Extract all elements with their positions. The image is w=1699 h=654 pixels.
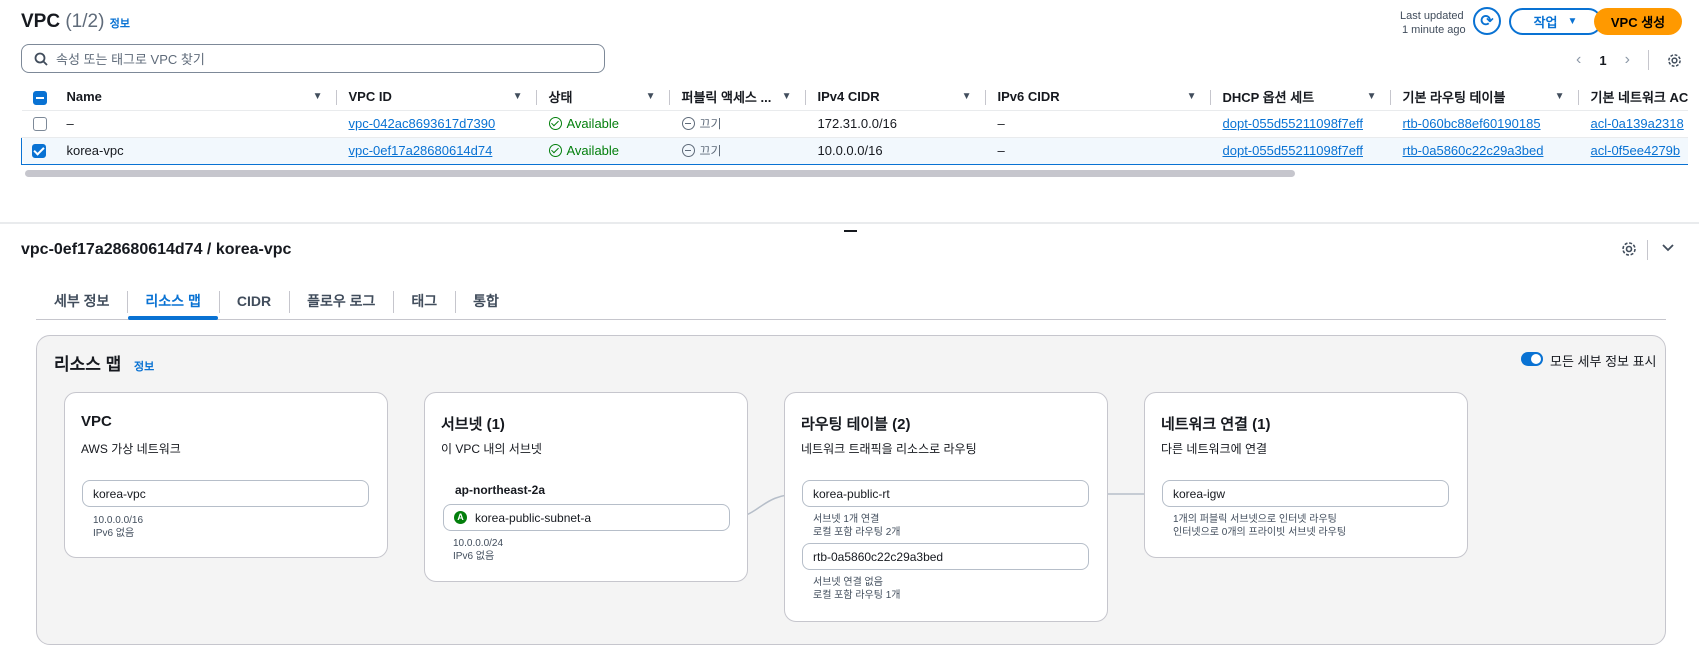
card-subtitle: 이 VPC 내의 서브넷 (441, 442, 542, 456)
subnet-node[interactable]: A korea-public-subnet-a (443, 504, 730, 531)
route-table-details: 서브넷 1개 연결 로컬 포함 라우팅 2개 (813, 513, 901, 539)
subnet-card: 서브넷 (1) 이 VPC 내의 서브넷 ap-northeast-2a A k… (424, 392, 748, 582)
internet-gateway-node[interactable]: korea-igw (1162, 480, 1449, 507)
detail-line: 로컬 포함 라우팅 1개 (813, 590, 901, 601)
card-title: VPC (81, 413, 112, 430)
subnet-name: korea-public-subnet-a (475, 510, 592, 525)
igw-details: 1개의 퍼블릭 서브넷으로 인터넷 라우팅 인터넷으로 0개의 프라이빗 서브넷… (1173, 513, 1346, 539)
detail-line: 서브넷 1개 연결 (813, 514, 880, 525)
card-title: 라우팅 테이블 (2) (801, 416, 911, 433)
detail-line: 10.0.0.0/24 (453, 538, 504, 549)
vpc-card: VPC AWS 가상 네트워크 korea-vpc 10.0.0.0/16 IP… (64, 392, 388, 558)
network-connections-card: 네트워크 연결 (1) 다른 네트워크에 연결 korea-igw 1개의 퍼블… (1144, 392, 1468, 558)
card-subtitle: AWS 가상 네트워크 (81, 442, 181, 456)
detail-line: 로컬 포함 라우팅 2개 (813, 527, 901, 538)
availability-zone-label: ap-northeast-2a (455, 483, 546, 497)
detail-line: IPv6 없음 (93, 528, 135, 539)
route-table-node[interactable]: korea-public-rt (802, 480, 1089, 507)
vpc-node[interactable]: korea-vpc (82, 480, 369, 507)
card-title: 서브넷 (1) (441, 416, 505, 433)
detail-line: 서브넷 연결 없음 (813, 577, 883, 588)
detail-line: 10.0.0.0/16 (93, 515, 144, 526)
subnet-details: 10.0.0.0/24 IPv6 없음 (453, 537, 503, 563)
card-title: 네트워크 연결 (1) (1161, 416, 1271, 433)
subnet-az-badge-icon: A (454, 511, 467, 524)
detail-line: 인터넷으로 0개의 프라이빗 서브넷 라우팅 (1173, 527, 1347, 538)
detail-line: IPv6 없음 (453, 551, 495, 562)
vpc-details: 10.0.0.0/16 IPv6 없음 (93, 514, 143, 540)
route-tables-card: 라우팅 테이블 (2) 네트워크 트래픽을 리소스로 라우팅 korea-pub… (784, 392, 1108, 622)
card-subtitle: 다른 네트워크에 연결 (1161, 442, 1268, 456)
route-table-node[interactable]: rtb-0a5860c22c29a3bed (802, 543, 1089, 570)
detail-line: 1개의 퍼블릭 서브넷으로 인터넷 라우팅 (1173, 514, 1337, 525)
card-subtitle: 네트워크 트래픽을 리소스로 라우팅 (801, 442, 977, 456)
route-table-details: 서브넷 연결 없음 로컬 포함 라우팅 1개 (813, 576, 901, 602)
